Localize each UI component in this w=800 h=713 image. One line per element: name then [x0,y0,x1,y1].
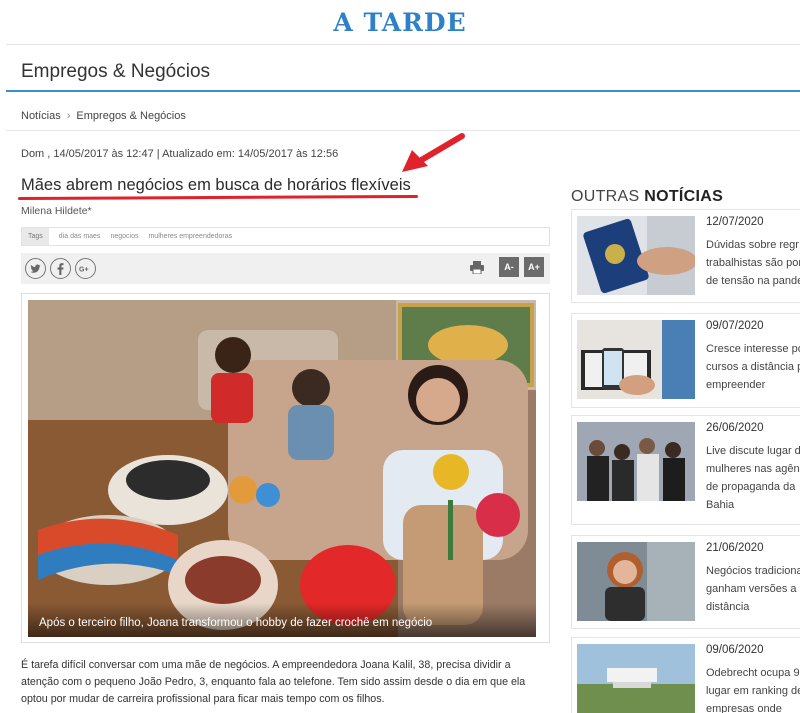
tag-link[interactable]: negocios [110,233,138,240]
site-logo[interactable]: A TARDE [0,8,800,37]
news-thumbnail [577,216,695,295]
article-toolbar: G+ A- A+ [21,253,550,284]
news-title[interactable]: Dúvidas sobre regr trabalhistas são por … [706,236,800,290]
font-increase-button[interactable]: A+ [524,257,544,277]
article-photo[interactable]: Após o terceiro filho, Joana transformou… [28,300,536,637]
twitter-icon[interactable] [25,258,46,279]
news-thumbnail [577,644,695,713]
sidebar-title-bold: NOTÍCIAS [644,188,724,205]
article-body: É tarefa difícil conversar com uma mãe d… [21,659,526,705]
sidebar-title-prefix: OUTRAS [571,188,645,205]
tag-link[interactable]: mulheres empreendedoras [148,233,232,240]
news-title[interactable]: Odebrecht ocupa 9 lugar em ranking de em… [706,664,800,713]
article-author: Milena Hildete* [21,205,92,217]
tag-bar: Tags dia das maes negocios mulheres empr… [21,227,550,246]
header-divider [6,44,800,45]
section-divider [6,90,800,92]
crochet-family-image [28,300,536,637]
news-item[interactable]: 26/06/2020 Live discute lugar d mulheres… [571,415,800,525]
news-item[interactable]: 21/06/2020 Negócios tradiciona ganham ve… [571,535,800,629]
news-item[interactable]: 12/07/2020 Dúvidas sobre regr trabalhist… [571,209,800,303]
news-date: 26/06/2020 [706,422,764,434]
news-thumbnail [577,422,695,501]
google-plus-icon[interactable]: G+ [75,258,96,279]
article-dateline: Dom , 14/05/2017 às 12:47 | Atualizado e… [21,148,339,160]
breadcrumb: Notícias › Empregos & Negócios [21,110,186,122]
news-date: 21/06/2020 [706,542,764,554]
news-thumbnail [577,320,695,399]
news-date: 09/07/2020 [706,320,764,332]
tags-label: Tags [22,228,49,245]
news-item[interactable]: 09/07/2020 Cresce interesse po cursos a … [571,313,800,408]
annotation-underline [17,194,419,201]
annotation-arrow-icon [402,133,465,172]
svg-text:G+: G+ [79,266,89,273]
breadcrumb-separator: › [66,110,71,122]
news-date: 09/06/2020 [706,644,764,656]
sidebar-title: OUTRAS NOTÍCIAS [571,188,723,206]
news-title[interactable]: Cresce interesse po cursos a distância p… [706,340,800,394]
tag-link[interactable]: dia das maes [59,233,101,240]
news-title[interactable]: Live discute lugar d mulheres nas agênc … [706,442,800,514]
section-title[interactable]: Empregos & Negócios [21,61,210,83]
article-headline: Mães abrem negócios em busca de horários… [21,176,411,194]
font-tools: A- A+ [470,257,544,277]
photo-caption: Após o terceiro filho, Joana transformou… [28,603,536,637]
news-item[interactable]: 09/06/2020 Odebrecht ocupa 9 lugar em ra… [571,637,800,713]
facebook-icon[interactable] [50,258,71,279]
printer-icon[interactable] [470,260,484,274]
news-date: 12/07/2020 [706,216,764,228]
breadcrumb-link-noticias[interactable]: Notícias [21,110,61,122]
breadcrumb-link-empregos[interactable]: Empregos & Negócios [76,110,185,122]
font-decrease-button[interactable]: A- [499,257,519,277]
news-thumbnail [577,542,695,621]
news-title[interactable]: Negócios tradiciona ganham versões a dis… [706,562,800,616]
